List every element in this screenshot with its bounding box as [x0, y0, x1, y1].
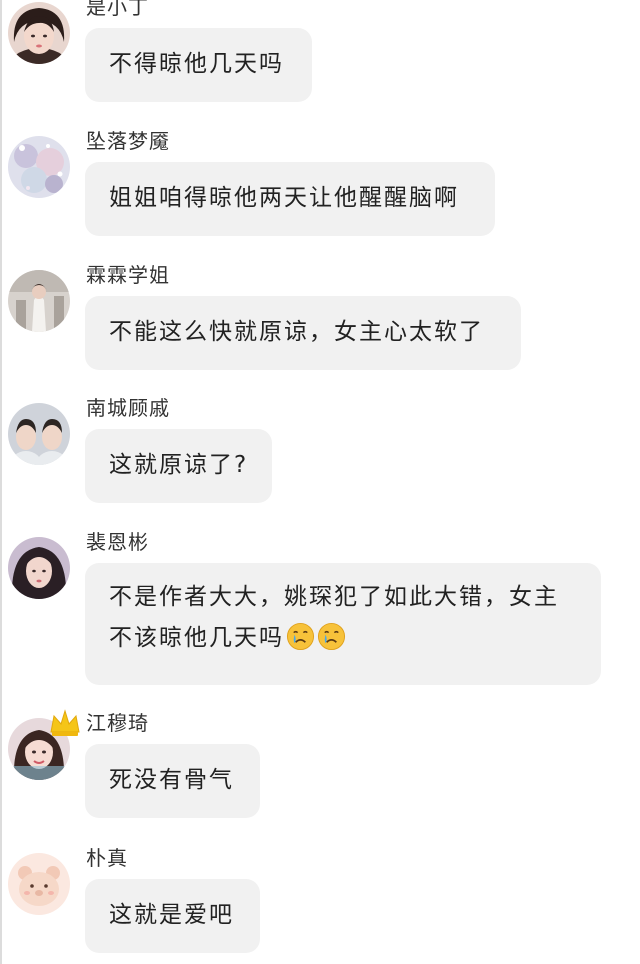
crown-icon: [50, 709, 80, 736]
username[interactable]: 江穆琦: [86, 709, 149, 737]
comment-text: 姐姐咱得晾他两天让他醒醒脑啊: [109, 185, 459, 211]
avatar[interactable]: [8, 136, 70, 198]
comment-bubble: 不是作者大大，姚琛犯了如此大错，女主 不该晾他几天吗: [85, 563, 601, 685]
left-edge-divider: [0, 0, 2, 964]
avatar[interactable]: [8, 403, 70, 465]
comment-text: 这就原谅了?: [109, 452, 249, 478]
comment-text: 这就是爱吧: [109, 902, 234, 928]
comment-bubble: 这就是爱吧: [85, 879, 260, 953]
comment-text: 不能这么快就原谅，女主心太软了: [109, 319, 484, 345]
comment-bubble: 姐姐咱得晾他两天让他醒醒脑啊: [85, 162, 495, 236]
comment-text: 不是作者大大，姚琛犯了如此大错，女主: [109, 584, 559, 610]
avatar[interactable]: [8, 853, 70, 915]
comment-text: 不得晾他几天吗: [109, 51, 284, 77]
comment-bubble: 不能这么快就原谅，女主心太软了: [85, 296, 521, 370]
crying-emoji-icon: [286, 622, 315, 651]
comment-text: 不该晾他几天吗: [109, 625, 284, 651]
username[interactable]: 南城顾戚: [86, 394, 170, 422]
avatar[interactable]: [8, 2, 70, 64]
username[interactable]: 裴恩彬: [86, 528, 149, 556]
username[interactable]: 坠落梦魇: [86, 127, 170, 155]
username[interactable]: 朴真: [86, 844, 128, 872]
avatar[interactable]: [8, 270, 70, 332]
comment-bubble: 死没有骨气: [85, 744, 260, 818]
username[interactable]: 霖霖学姐: [86, 261, 170, 289]
crying-emoji-icon: [317, 622, 346, 651]
comment-text: 死没有骨气: [109, 767, 234, 793]
avatar[interactable]: [8, 537, 70, 599]
username[interactable]: 是小丁: [86, 0, 149, 21]
comment-text-line-2: 不该晾他几天吗: [109, 618, 577, 659]
comment-bubble: 这就原谅了?: [85, 429, 272, 503]
comment-bubble: 不得晾他几天吗: [85, 28, 312, 102]
